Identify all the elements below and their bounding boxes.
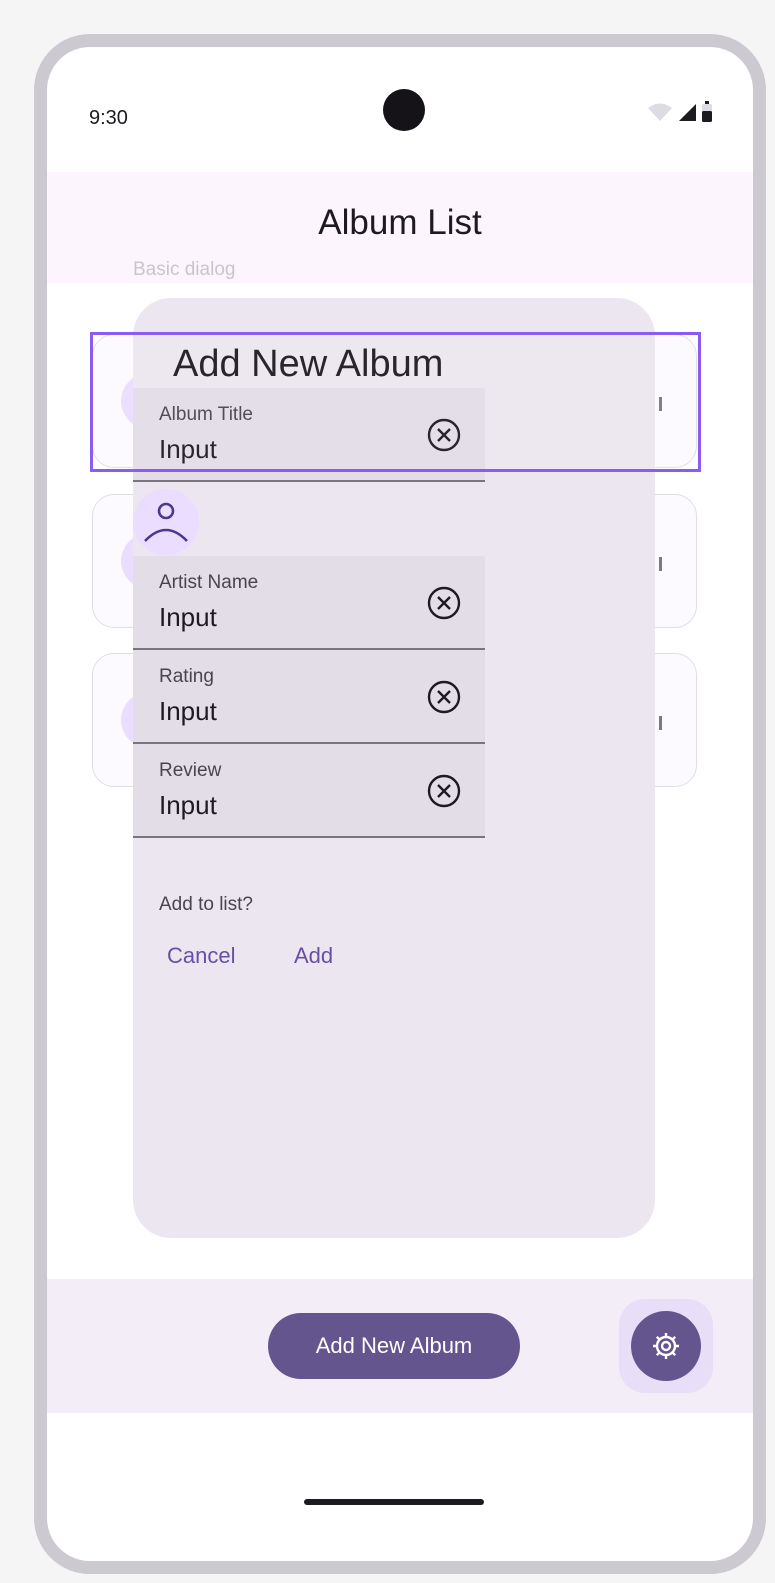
clear-icon[interactable] (427, 774, 461, 808)
avatar (133, 489, 199, 555)
review-field[interactable]: Review Input (133, 744, 485, 838)
add-button[interactable]: Add (294, 943, 333, 969)
artist-name-field[interactable]: Artist Name Input (133, 556, 485, 650)
wifi-icon (648, 103, 672, 121)
add-to-list-prompt: Add to list? (159, 894, 253, 915)
settings-fab-container (619, 1299, 713, 1393)
more-options-icon[interactable] (659, 557, 662, 571)
field-label: Artist Name (159, 572, 259, 593)
clear-icon[interactable] (427, 586, 461, 620)
phone-frame: 9:30 Album List Basic dialog Add New Alb… (34, 34, 766, 1574)
more-options-icon[interactable] (659, 716, 662, 730)
page-title: Album List (318, 203, 482, 242)
cancel-button[interactable]: Cancel (167, 943, 235, 969)
status-icons (647, 101, 713, 123)
battery-icon (702, 101, 712, 122)
rating-field[interactable]: Rating Input (133, 650, 485, 744)
person-icon (144, 502, 188, 542)
camera-cutout (383, 89, 425, 131)
signal-icon (679, 104, 696, 121)
gear-icon (653, 1333, 679, 1359)
field-label: Review (159, 760, 222, 781)
add-new-album-button[interactable]: Add New Album (268, 1313, 520, 1379)
settings-button[interactable] (631, 1311, 701, 1381)
field-value: Input (159, 696, 217, 726)
component-annotation-label: Basic dialog (133, 259, 236, 280)
selection-highlight (90, 332, 701, 472)
home-indicator[interactable] (304, 1499, 484, 1505)
clear-icon[interactable] (427, 680, 461, 714)
status-time: 9:30 (89, 107, 128, 129)
field-value: Input (159, 790, 217, 820)
field-value: Input (159, 602, 217, 632)
field-label: Rating (159, 666, 214, 687)
